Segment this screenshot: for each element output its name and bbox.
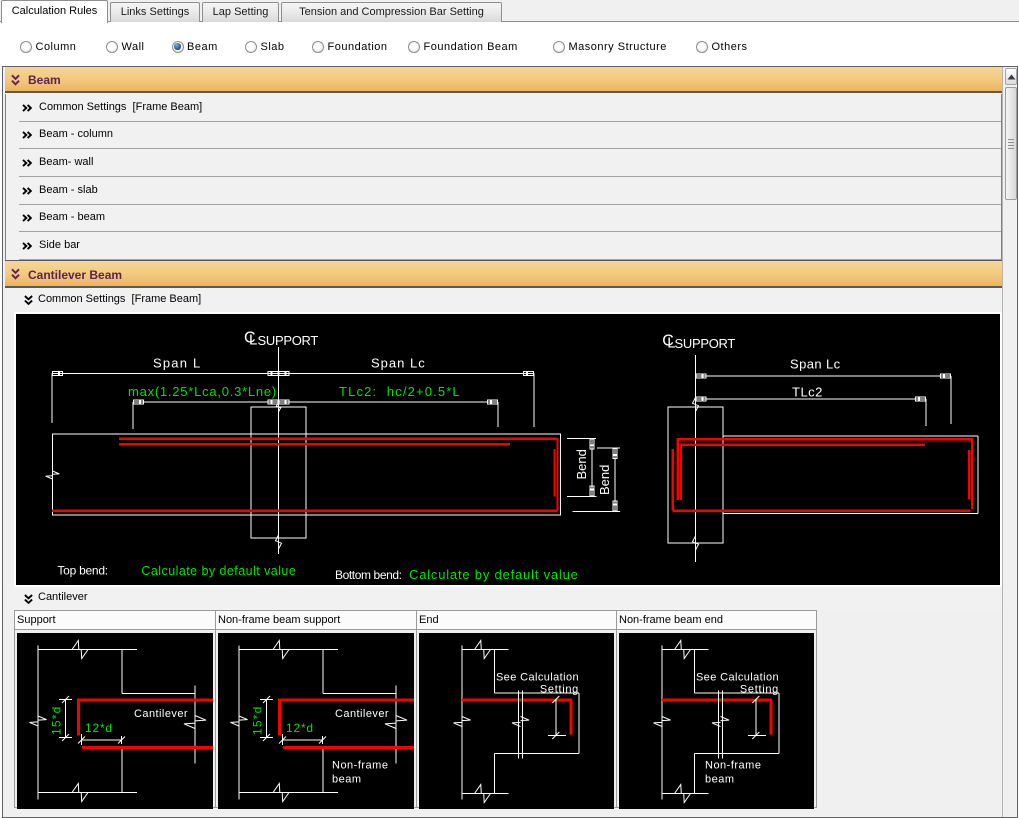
svg-text:Setting: Setting (740, 684, 779, 696)
svg-text:L: L (249, 332, 257, 349)
svg-text:Cantilever: Cantilever (335, 708, 389, 720)
svg-text:Bottom bend:: Bottom bend: (335, 568, 402, 582)
svg-text:TLc2: TLc2 (792, 384, 823, 399)
svg-text:12*d: 12*d (85, 721, 113, 735)
svg-text:Setting: Setting (540, 684, 579, 696)
svg-text:Bend: Bend (597, 465, 612, 495)
svg-text:Bend: Bend (574, 449, 589, 479)
svg-text:Non-frame: Non-frame (705, 760, 761, 772)
svg-text:Calculate by default value: Calculate by default value (409, 567, 579, 582)
svg-text:Span Lc: Span Lc (790, 356, 841, 371)
svg-text:Non-frame: Non-frame (332, 760, 388, 772)
svg-text:See Calculation: See Calculation (696, 672, 779, 684)
svg-text:15*d: 15*d (251, 706, 265, 736)
svg-text:max(1.25*Lca,0.3*Lne): max(1.25*Lca,0.3*Lne) (128, 384, 277, 399)
svg-text:SUPPORT: SUPPORT (258, 333, 319, 348)
svg-text:12*d: 12*d (286, 721, 314, 735)
svg-text:SUPPORT: SUPPORT (675, 336, 736, 351)
svg-text:Span L: Span L (153, 355, 201, 370)
svg-text:Span Lc: Span Lc (371, 355, 426, 370)
svg-text:TLc2: hc/2+0.5*L: TLc2: hc/2+0.5*L (339, 384, 461, 399)
svg-text:Top bend:: Top bend: (57, 564, 107, 578)
svg-text:15*d: 15*d (50, 706, 64, 736)
svg-text:beam: beam (705, 774, 735, 786)
svg-text:Cantilever: Cantilever (134, 708, 188, 720)
svg-text:Calculate by default value: Calculate by default value (141, 564, 296, 578)
svg-text:See Calculation: See Calculation (496, 672, 579, 684)
svg-text:beam: beam (332, 774, 362, 786)
